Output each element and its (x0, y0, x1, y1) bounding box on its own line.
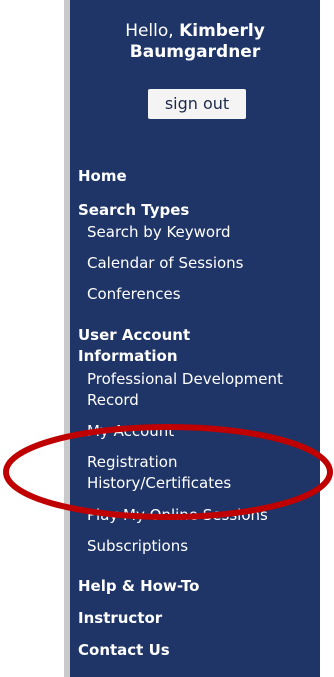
user-first-name: Kimberly (179, 21, 265, 41)
nav-item-professional-development-record[interactable]: Professional Development Record (87, 369, 283, 411)
nav-item-calendar-of-sessions[interactable]: Calendar of Sessions (87, 253, 244, 274)
user-last-name: Baumgardner (129, 42, 261, 62)
nav-item-search-by-keyword[interactable]: Search by Keyword (87, 222, 231, 243)
nav-item-my-account[interactable]: My Account (87, 421, 174, 442)
user-greeting: Hello, Kimberly Baumgardner (70, 21, 320, 63)
nav-item-play-my-online-sessions[interactable]: Play My Online Sessions (87, 505, 268, 526)
sign-out-button[interactable]: sign out (148, 89, 246, 119)
nav-item-subscriptions[interactable]: Subscriptions (87, 536, 188, 557)
nav-instructor[interactable]: Instructor (78, 608, 162, 629)
nav-contact-us[interactable]: Contact Us (78, 640, 170, 661)
registration-line2: History/Certificates (87, 474, 232, 492)
nav-item-registration-history-certificates[interactable]: Registration History/Certificates (87, 452, 231, 494)
registration-line1: Registration (87, 453, 178, 471)
page: Hello, Kimberly Baumgardner sign out Hom… (0, 0, 334, 677)
nav-heading-search-types[interactable]: Search Types (78, 200, 189, 221)
nav-item-conferences[interactable]: Conferences (87, 284, 181, 305)
nav-heading-user-account-information[interactable]: User Account Information (78, 325, 190, 367)
pd-record-line1: Professional Development (87, 370, 283, 388)
nav-heading-user-account-line2: Information (78, 347, 178, 365)
pd-record-line2: Record (87, 391, 139, 409)
greeting-prefix: Hello, (125, 21, 174, 41)
nav-home[interactable]: Home (78, 166, 127, 187)
nav-help-and-how-to[interactable]: Help & How-To (78, 576, 199, 597)
nav-heading-user-account-line1: User Account (78, 326, 191, 344)
sidebar-navigation: Hello, Kimberly Baumgardner sign out Hom… (70, 0, 320, 677)
